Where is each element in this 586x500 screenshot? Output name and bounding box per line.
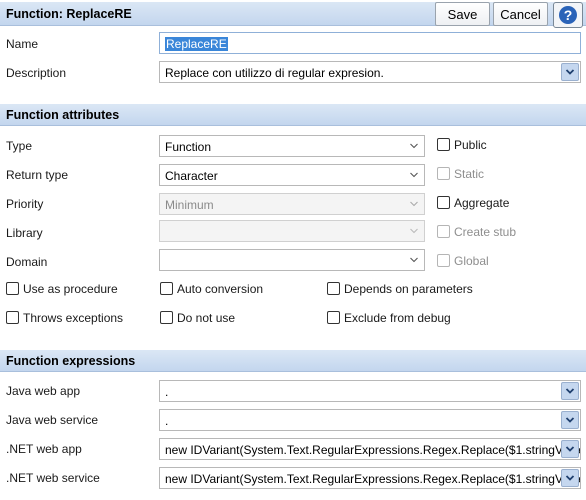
return-type-label: Return type bbox=[6, 168, 69, 182]
library-select[interactable] bbox=[159, 220, 425, 242]
name-value: ReplaceRE bbox=[165, 37, 228, 51]
create-stub-label: Create stub bbox=[454, 225, 517, 239]
java-web-app-label: Java web app bbox=[6, 384, 81, 398]
help-button[interactable]: ? bbox=[553, 2, 583, 28]
depends-on-parameters-label: Depends on parameters bbox=[344, 282, 473, 296]
java-web-service-dropdown-button[interactable] bbox=[561, 411, 579, 429]
type-value: Function bbox=[165, 140, 212, 154]
chevron-down-icon bbox=[410, 228, 418, 234]
return-type-select[interactable]: Character bbox=[159, 164, 425, 186]
save-button[interactable]: Save bbox=[435, 2, 490, 26]
do-not-use-checkbox[interactable] bbox=[160, 311, 173, 324]
java-web-app-value: . bbox=[165, 385, 169, 399]
chevron-down-icon bbox=[410, 172, 418, 178]
chevron-down-icon bbox=[565, 446, 575, 452]
chevron-down-icon bbox=[410, 201, 418, 207]
net-web-app-value: new IDVariant(System.Text.RegularExpress… bbox=[165, 443, 581, 457]
priority-select[interactable]: Minimum bbox=[159, 193, 425, 215]
chevron-down-icon bbox=[565, 475, 575, 481]
net-web-app-label: .NET web app bbox=[6, 442, 82, 456]
help-icon: ? bbox=[559, 6, 577, 24]
java-web-service-dropdown[interactable]: . bbox=[159, 409, 581, 431]
global-checkbox[interactable] bbox=[437, 254, 450, 267]
svg-text:?: ? bbox=[564, 7, 573, 23]
exclude-from-debug-label: Exclude from debug bbox=[344, 311, 451, 325]
net-web-app-dropdown-button[interactable] bbox=[561, 440, 579, 458]
auto-conversion-checkbox[interactable] bbox=[160, 282, 173, 295]
java-web-service-value: . bbox=[165, 414, 169, 428]
net-web-service-dropdown[interactable]: new IDVariant(System.Text.RegularExpress… bbox=[159, 467, 581, 489]
description-label: Description bbox=[6, 66, 67, 80]
chevron-down-icon bbox=[565, 388, 575, 394]
attributes-section-title: Function attributes bbox=[6, 108, 120, 122]
public-label: Public bbox=[454, 138, 487, 152]
aggregate-checkbox[interactable] bbox=[437, 196, 450, 209]
cancel-button[interactable]: Cancel bbox=[493, 2, 548, 26]
chevron-down-icon bbox=[410, 143, 418, 149]
expressions-section-header: Function expressions bbox=[0, 350, 586, 372]
net-web-app-dropdown[interactable]: new IDVariant(System.Text.RegularExpress… bbox=[159, 438, 581, 460]
description-dropdown-button[interactable] bbox=[561, 63, 579, 81]
java-web-app-dropdown-button[interactable] bbox=[561, 382, 579, 400]
priority-label: Priority bbox=[6, 197, 44, 211]
attributes-section-header: Function attributes bbox=[0, 104, 586, 126]
throws-exceptions-label: Throws exceptions bbox=[23, 311, 124, 325]
exclude-from-debug-checkbox[interactable] bbox=[327, 311, 340, 324]
priority-value: Minimum bbox=[165, 198, 214, 212]
net-web-service-label: .NET web service bbox=[6, 471, 100, 485]
global-label: Global bbox=[454, 254, 489, 268]
type-label: Type bbox=[6, 139, 33, 153]
library-label: Library bbox=[6, 226, 43, 240]
domain-select[interactable] bbox=[159, 249, 425, 271]
description-dropdown[interactable]: Replace con utilizzo di regular expresio… bbox=[159, 61, 581, 83]
net-web-service-value: new IDVariant(System.Text.RegularExpress… bbox=[165, 472, 581, 486]
static-label: Static bbox=[454, 167, 485, 181]
description-value: Replace con utilizzo di regular expresio… bbox=[165, 66, 384, 80]
function-title: Function: ReplaceRE bbox=[6, 7, 132, 21]
java-web-service-label: Java web service bbox=[6, 413, 99, 427]
chevron-down-icon bbox=[565, 417, 575, 423]
return-type-value: Character bbox=[165, 169, 218, 183]
name-input[interactable]: ReplaceRE bbox=[159, 32, 581, 54]
java-web-app-dropdown[interactable]: . bbox=[159, 380, 581, 402]
create-stub-checkbox[interactable] bbox=[437, 225, 450, 238]
chevron-down-icon bbox=[565, 69, 575, 75]
aggregate-label: Aggregate bbox=[454, 196, 510, 210]
type-select[interactable]: Function bbox=[159, 135, 425, 157]
auto-conversion-label: Auto conversion bbox=[177, 282, 264, 296]
net-web-service-dropdown-button[interactable] bbox=[561, 469, 579, 487]
use-as-procedure-label: Use as procedure bbox=[23, 282, 118, 296]
throws-exceptions-checkbox[interactable] bbox=[6, 311, 19, 324]
expressions-section-title: Function expressions bbox=[6, 354, 136, 368]
chevron-down-icon bbox=[410, 257, 418, 263]
domain-label: Domain bbox=[6, 255, 48, 269]
do-not-use-label: Do not use bbox=[177, 311, 236, 325]
depends-on-parameters-checkbox[interactable] bbox=[327, 282, 340, 295]
name-label: Name bbox=[6, 37, 39, 51]
static-checkbox[interactable] bbox=[437, 167, 450, 180]
use-as-procedure-checkbox[interactable] bbox=[6, 282, 19, 295]
public-checkbox[interactable] bbox=[437, 138, 450, 151]
